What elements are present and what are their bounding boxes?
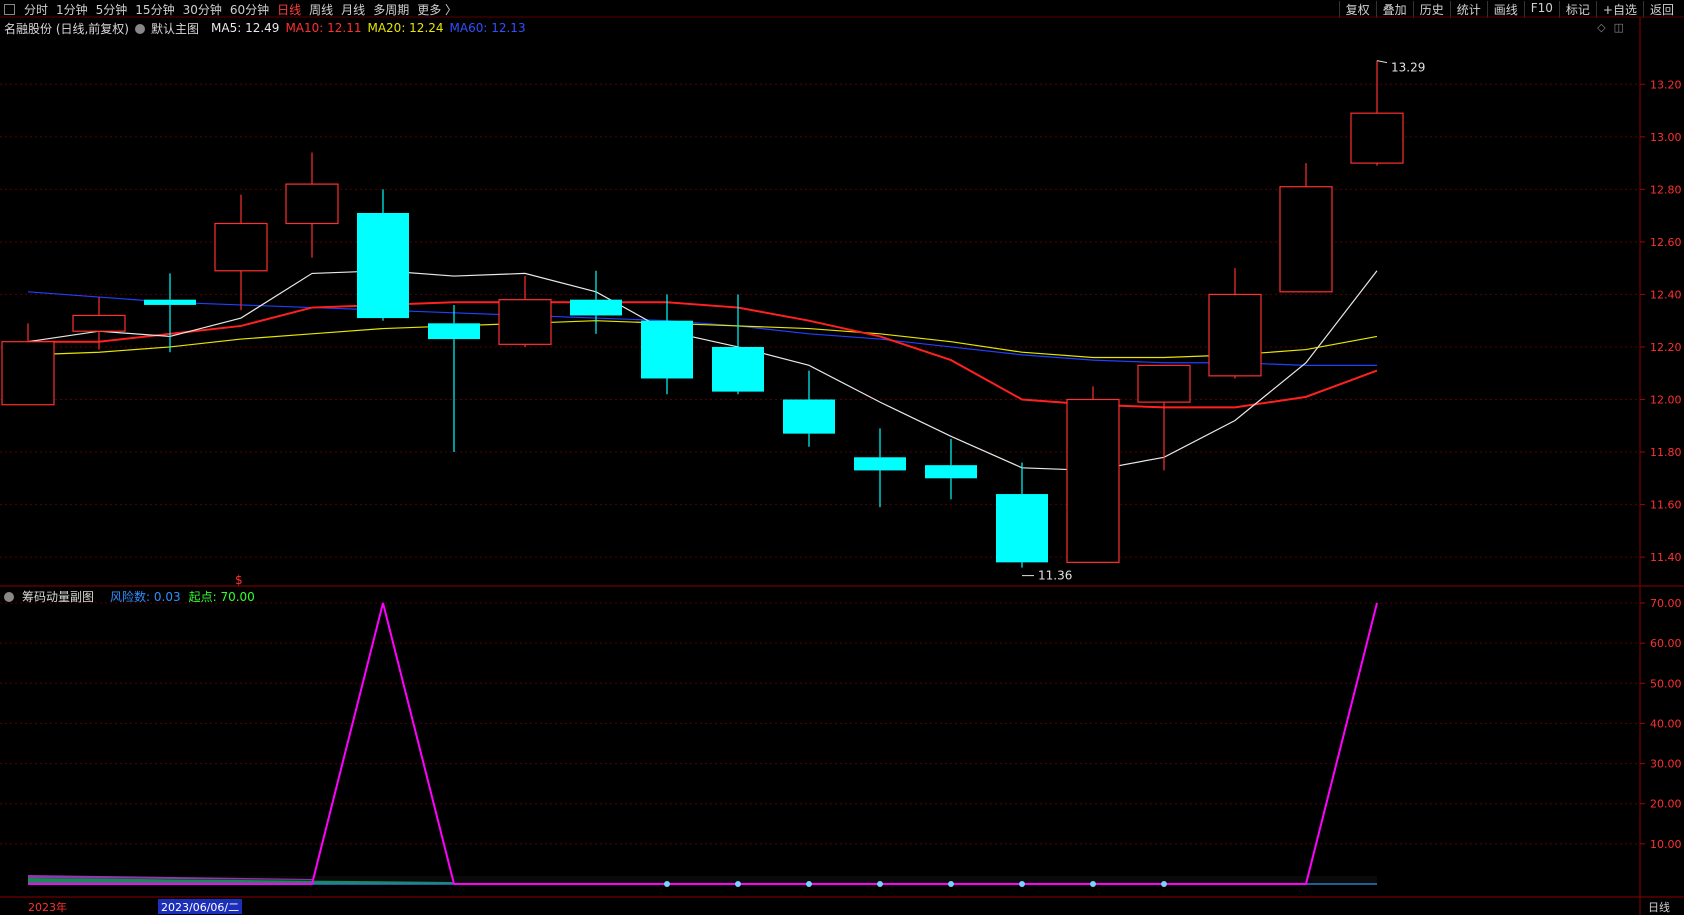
candle-down	[641, 320, 693, 379]
candle-down	[570, 299, 622, 316]
price-axis: 13.20 13.00 12.80 12.60 12.40 12.20 12.00 11.80…	[1639, 17, 1682, 915]
period-label[interactable]: 日线	[1648, 899, 1670, 914]
candle-up	[1279, 186, 1333, 293]
candle-up	[72, 314, 126, 332]
low-price-label: 11.36	[1038, 569, 1072, 583]
tick-label: 12.00	[1650, 393, 1682, 406]
tick-label: 11.60	[1650, 499, 1682, 512]
signal-dot	[1019, 880, 1025, 887]
tick-label: 12.20	[1650, 341, 1682, 354]
signal-dot	[1090, 880, 1096, 887]
candle-down	[925, 465, 977, 479]
candle-down	[854, 457, 906, 471]
signal-dot	[806, 880, 812, 887]
signal-dot	[735, 880, 741, 887]
tick-label: 11.40	[1650, 551, 1682, 564]
stock-chart[interactable]: 13.20 13.00 12.80 12.60 12.40 12.20 12.00 11.80…	[0, 0, 1684, 915]
candle-up	[214, 222, 268, 272]
candle-down	[144, 299, 196, 305]
tick-label: 60.00	[1650, 637, 1682, 650]
dollar-marker: $	[235, 573, 243, 587]
tick-label: 30.00	[1650, 758, 1682, 771]
candle-down	[357, 212, 409, 319]
tick-label: 50.00	[1650, 677, 1682, 690]
candle-up	[1208, 293, 1262, 377]
signal-dot	[1161, 880, 1167, 887]
high-price-label: 13.29	[1391, 61, 1425, 75]
candle-up	[1, 341, 55, 406]
momentum-subchart	[28, 602, 1378, 887]
candle-up	[498, 299, 552, 345]
tick-label: 13.00	[1650, 131, 1682, 144]
tick-label: 20.00	[1650, 798, 1682, 811]
candlesticks	[1, 60, 1404, 568]
ma60-line	[27, 291, 1377, 366]
grid-lines	[0, 16, 1684, 898]
candle-up	[285, 183, 339, 225]
signal-dot	[664, 880, 670, 887]
tick-label: 12.80	[1650, 183, 1682, 196]
candle-up	[1066, 398, 1120, 563]
year-label: 2023年	[28, 900, 67, 914]
candle-down	[996, 494, 1048, 563]
candle-down	[783, 399, 835, 434]
candle-down	[428, 323, 480, 340]
tick-label: 13.20	[1650, 78, 1682, 91]
tick-label: 40.00	[1650, 717, 1682, 730]
signal-dot	[877, 880, 883, 887]
tick-label: 10.00	[1650, 838, 1682, 851]
tick-label: 12.60	[1650, 236, 1682, 249]
tick-label: 70.00	[1650, 597, 1682, 610]
high-arrow	[1376, 60, 1388, 64]
momentum-line	[28, 602, 1378, 885]
tick-label: 11.80	[1650, 446, 1682, 459]
candle-down	[712, 346, 764, 392]
candle-up	[1137, 364, 1191, 403]
tick-label: 12.40	[1650, 288, 1682, 301]
candle-up	[1350, 112, 1404, 164]
date-cursor-label: 2023/06/06/二	[158, 899, 243, 914]
signal-dot	[948, 880, 954, 887]
